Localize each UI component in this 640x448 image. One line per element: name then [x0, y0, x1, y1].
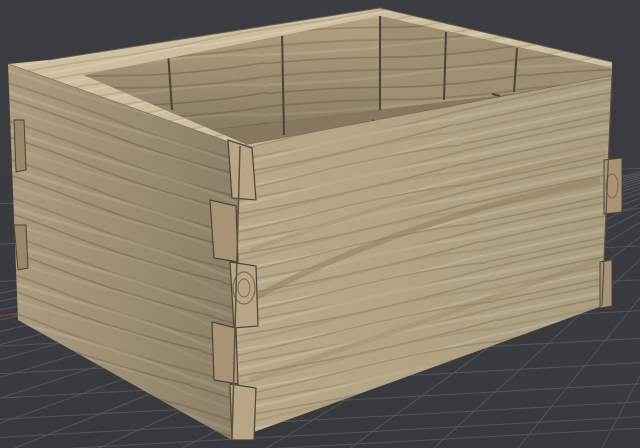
- 3d-viewport[interactable]: [0, 0, 640, 448]
- scene[interactable]: [0, 0, 640, 448]
- grid-line: [274, 427, 640, 448]
